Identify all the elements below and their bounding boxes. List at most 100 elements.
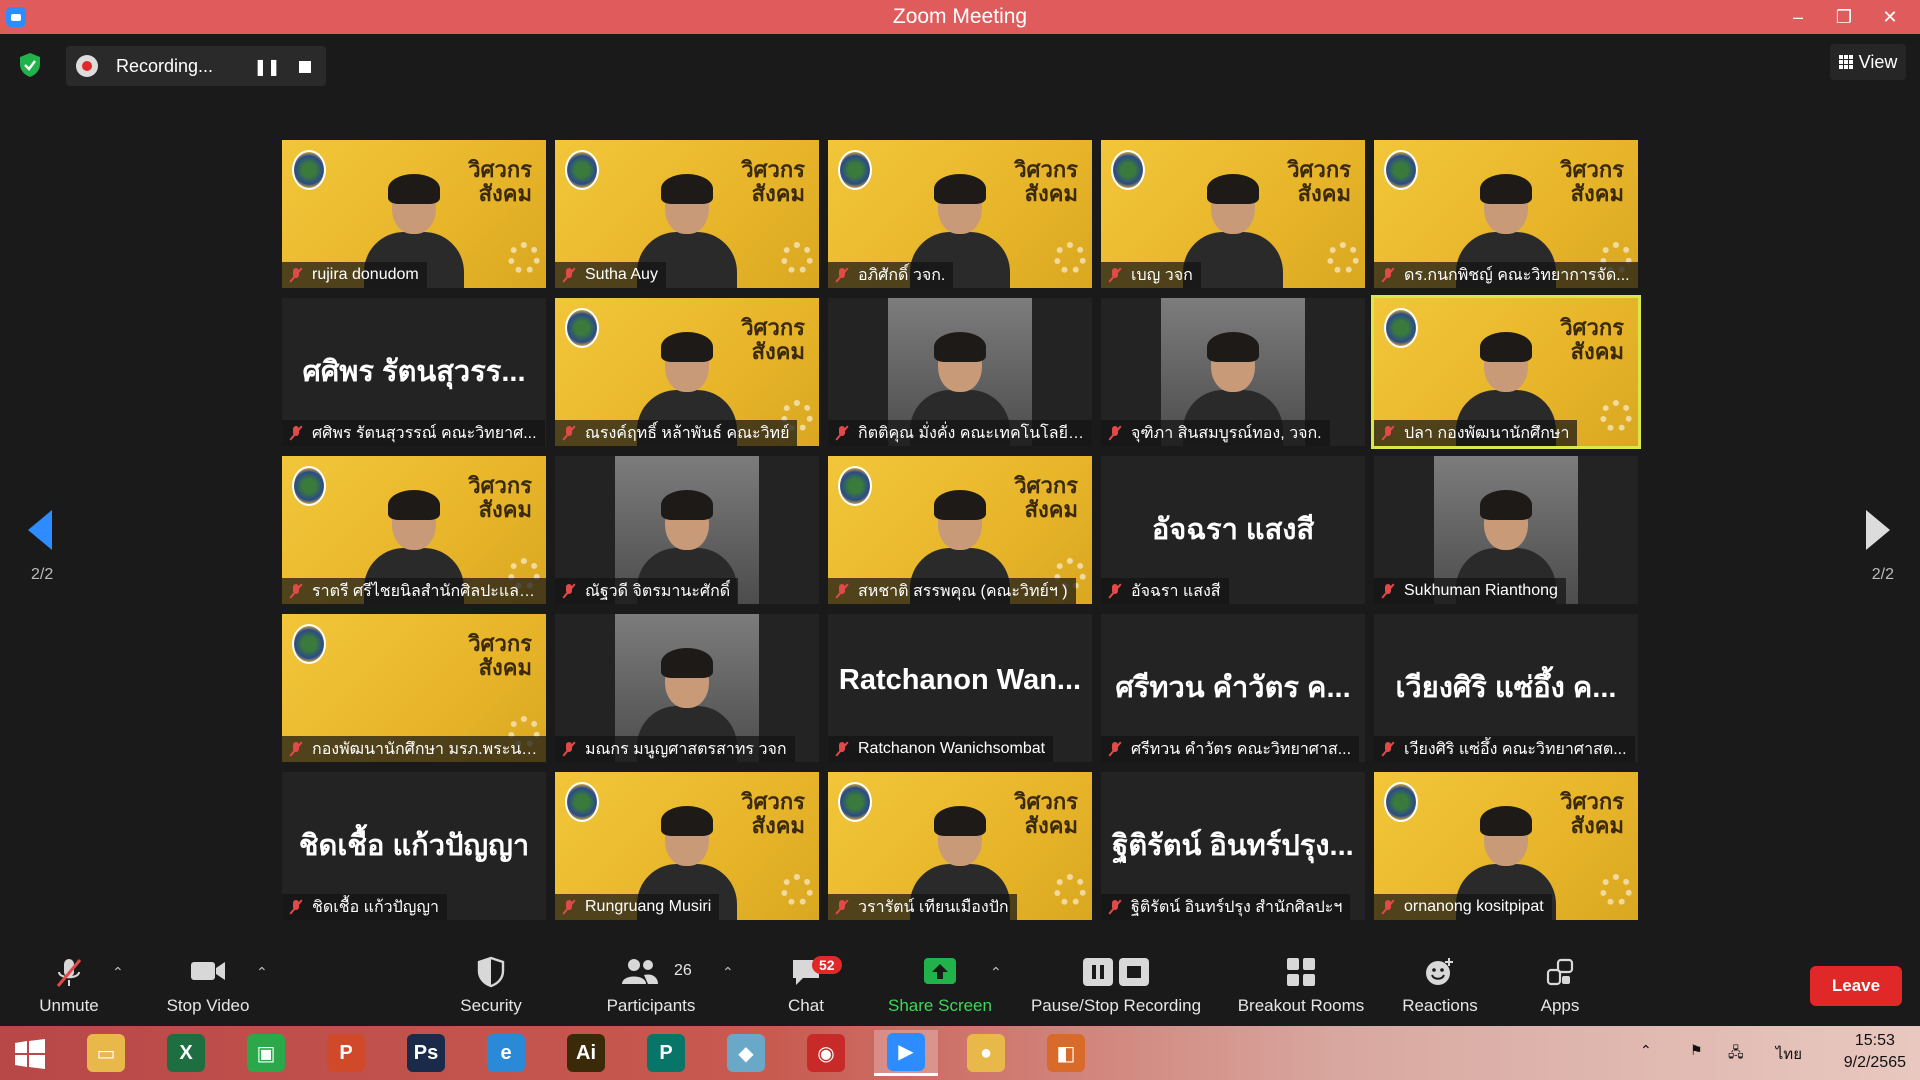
taskbar-photos-button[interactable]: ◧ [1034,1030,1098,1076]
participant-display-name: ศศิพร รัตนสุวรร... [302,356,526,388]
participants-options-caret-icon[interactable]: ⌃ [722,964,734,981]
participant-name-label: วรารัตน์ เทียนเมืองปัก [828,894,1017,920]
participant-tile-sutha[interactable]: วิศวกร สังคม Sutha Auy [555,140,819,288]
leave-meeting-button[interactable]: Leave [1810,966,1902,1006]
mic-muted-icon [1107,583,1123,599]
participants-button[interactable]: 26 Participants [596,952,706,1022]
page-indicator-right: 2/2 [1871,566,1894,583]
participant-tile-ratchanon[interactable]: Ratchanon Wan... Ratchanon Wanichsombat [828,614,1092,762]
participant-tile-chidchua[interactable]: ชิดเชื้อ แก้วปัญญา ชิดเชื้อ แก้วปัญญา [282,772,546,920]
encryption-shield-icon[interactable] [18,52,42,78]
participant-tile-atchara[interactable]: อัจฉรา แสงสี อัจฉรา แสงสี [1101,456,1365,604]
security-button[interactable]: Security [448,952,534,1022]
university-logo-icon [838,782,872,822]
participant-name-label: ornanong kositpipat [1374,894,1552,920]
participant-tile-ornanong[interactable]: วิศวกร สังคม ornanong kositpipat [1374,772,1638,920]
video-options-caret-icon[interactable]: ⌃ [256,964,268,981]
share-options-caret-icon[interactable]: ⌃ [990,964,1002,981]
participant-tile-sriuan[interactable]: ศรีทวน คำวัตร ค... ศรีทวน คำวัตร คณะวิทยา… [1101,614,1365,762]
taskbar-publisher-button[interactable]: P [634,1030,698,1076]
reactions-button[interactable]: Reactions [1396,952,1484,1022]
photoshop-icon: Ps [407,1034,445,1072]
participant-tile-kanokpich[interactable]: วิศวกร สังคม ดร.กนกพิชญ์ คณะวิทยาการจัด... [1374,140,1638,288]
chat-label: Chat [788,996,824,1015]
participant-tile-kittikun[interactable]: กิตติคุณ มั่งคั่ง คณะเทคโนโลยีอุ... [828,298,1092,446]
university-logo-icon [838,466,872,506]
taskbar-store-button[interactable]: ▣ [234,1030,298,1076]
participant-tile-wararat[interactable]: วิศวกร สังคม วรารัตน์ เทียนเมืองปัก [828,772,1092,920]
taskbar-photoscape-button[interactable]: ◉ [794,1030,858,1076]
participant-tile-kong[interactable]: วิศวกร สังคม กองพัฒนานักศึกษา มรภ.พระนคร [282,614,546,762]
taskbar-chrome-button[interactable]: ● [954,1030,1018,1076]
taskbar-zoom-button[interactable]: ▶ [874,1030,938,1076]
taskbar-excel-button[interactable]: X [154,1030,218,1076]
participant-display-name: ชิดเชื้อ แก้วปัญญา [298,830,530,862]
restore-button[interactable]: ❐ [1822,0,1866,34]
view-button[interactable]: View [1830,44,1906,80]
close-button[interactable]: ✕ [1868,0,1912,34]
previous-page-arrow-icon[interactable] [28,510,52,550]
network-icon[interactable]: 🖧 [1728,1042,1750,1062]
participant-tile-sasiporn[interactable]: ศศิพร รัตนสุวรร... ศศิพร รัตนสุวรรณ์ คณะว… [282,298,546,446]
notes-icon: ◆ [727,1034,765,1072]
pause-stop-recording-label: Pause/Stop Recording [1030,996,1202,1015]
participant-tile-sahachat[interactable]: วิศวกร สังคม สหชาติ สรรพคุณ (คณะวิทย์ฯ ) [828,456,1092,604]
windows-start-icon[interactable] [14,1038,46,1070]
pause-recording-button[interactable]: ❚❚ [254,56,281,78]
input-language-indicator[interactable]: ไทย [1776,1042,1802,1066]
unmute-button[interactable]: Unmute [26,952,112,1022]
system-clock[interactable]: 15:53 9/2/2565 [1844,1030,1906,1074]
apps-button[interactable]: Apps [1530,952,1590,1022]
participant-name-label: Ratchanon Wanichsombat [828,736,1054,762]
apps-label: Apps [1540,996,1580,1015]
breakout-rooms-button[interactable]: Breakout Rooms [1228,952,1374,1022]
mic-muted-icon [288,583,304,599]
stop-recording-button[interactable] [294,56,316,78]
taskbar-notes-button[interactable]: ◆ [714,1030,778,1076]
photoscape-icon: ◉ [807,1034,845,1072]
participant-tile-thitirat[interactable]: ฐิติรัตน์ อินทร์ปรุง... ฐิติรัตน์ อินทร์ป… [1101,772,1365,920]
gear-decoration-icon [1600,874,1632,906]
taskbar-photoshop-button[interactable]: Ps [394,1030,458,1076]
share-screen-button[interactable]: Share Screen [884,952,996,1022]
participant-tile-sukhuman[interactable]: Sukhuman Rianthong [1374,456,1638,604]
gear-decoration-icon [781,242,813,274]
reactions-smiley-icon [1426,958,1453,985]
action-center-flag-icon[interactable]: ⚑ [1690,1042,1712,1062]
audio-options-caret-icon[interactable]: ⌃ [112,964,124,981]
participant-name-label: ราตรี ศรีไชยนิลสำนักศิลปะและวั... [282,578,546,604]
participant-tile-rungruang[interactable]: วิศวกร สังคม Rungruang Musiri [555,772,819,920]
microphone-muted-icon [56,959,82,987]
participant-tile-apisak[interactable]: วิศวกร สังคม อภิศักดิ์ วจก. [828,140,1092,288]
video-camera-icon [191,962,225,980]
participant-name-label: มณกร มนูญศาสตรสาทร วจก [555,736,795,762]
gear-decoration-icon [781,874,813,906]
participant-tile-pla[interactable]: วิศวกร สังคม ปลา กองพัฒนานักศึกษา [1371,295,1641,449]
participant-name-label: rujira donudom [282,262,427,288]
participant-tile-rujira[interactable]: วิศวกร สังคม rujira donudom [282,140,546,288]
participant-name-label: เบญ วจก [1101,262,1201,288]
mic-muted-icon [1107,899,1123,915]
taskbar-powerpoint-button[interactable]: P [314,1030,378,1076]
chat-button[interactable]: 52 Chat [776,952,842,1022]
pause-stop-recording-button[interactable]: Pause/Stop Recording [1024,952,1208,1022]
title-bar: Zoom Meeting – ❐ ✕ [0,0,1920,34]
tray-overflow-caret-icon[interactable]: ⌃ [1640,1042,1662,1062]
participant-name-label: ศศิพร รัตนสุวรรณ์ คณะวิทยาศ... [282,420,545,446]
participant-tile-benyu[interactable]: วิศวกร สังคม เบญ วจก [1101,140,1365,288]
taskbar-internet-explorer-button[interactable]: e [474,1030,538,1076]
taskbar-illustrator-button[interactable]: Ai [554,1030,618,1076]
participant-tile-nattha[interactable]: ณัฐวดี จิตรมานะศักดิ์ [555,456,819,604]
next-page-arrow-icon[interactable] [1866,510,1890,550]
mic-muted-icon [1380,583,1396,599]
participant-display-name: ศรีทวน คำวัตร ค... [1115,672,1351,704]
minimize-button[interactable]: – [1776,0,1820,34]
participant-tile-narongsak[interactable]: วิศวกร สังคม ณรงค์ฤทธิ์ หล้าพันธ์ คณะวิทย์ [555,298,819,446]
participant-tile-wiangsiri[interactable]: เวียงศิริ แซ่อึ้ง ค... เวียงศิริ แซ่อึ้ง … [1374,614,1638,762]
participant-tile-manakorn[interactable]: มณกร มนูญศาสตรสาทร วจก [555,614,819,762]
participant-tile-juthipa[interactable]: จุฑิภา สินสมบูรณ์ทอง, วจก. [1101,298,1365,446]
stop-video-button[interactable]: Stop Video [160,952,256,1022]
taskbar-file-explorer-button[interactable]: ▭ [74,1030,138,1076]
participant-tile-ratree[interactable]: วิศวกร สังคม ราตรี ศรีไชยนิลสำนักศิลปะและว… [282,456,546,604]
security-shield-icon [477,956,505,988]
